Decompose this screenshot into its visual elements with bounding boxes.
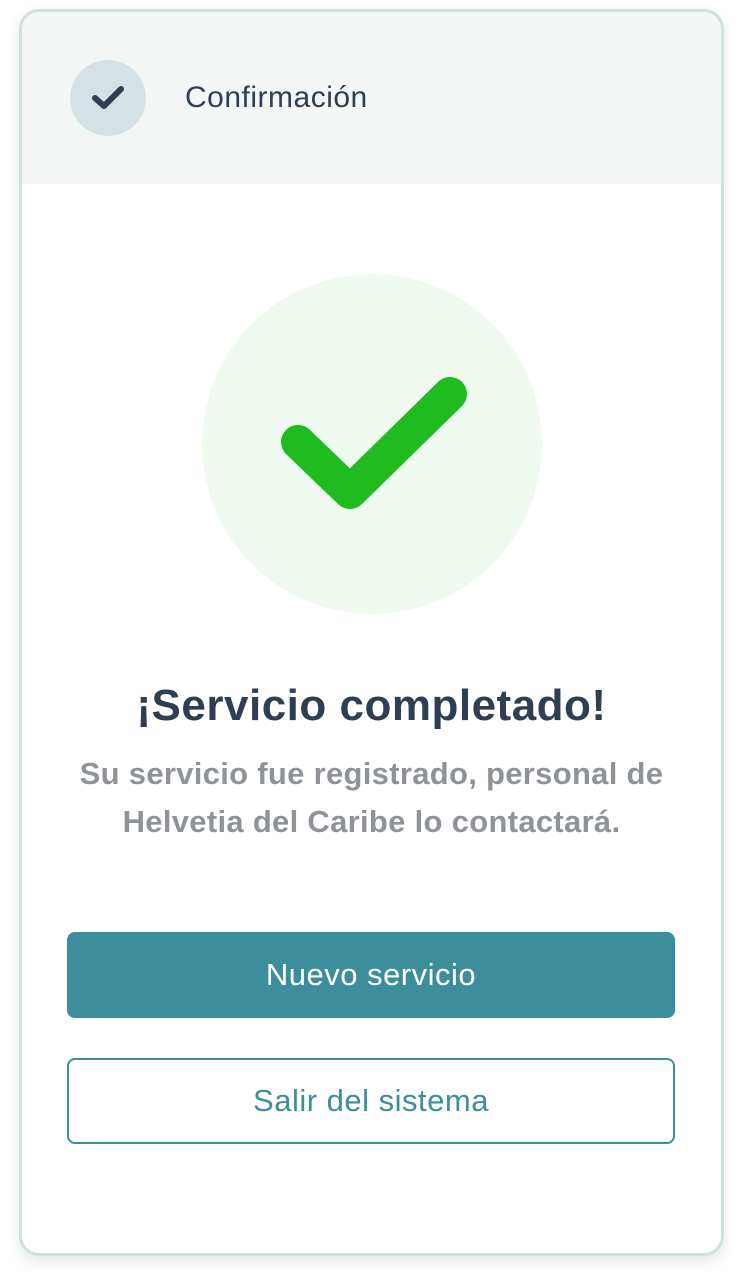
step-header: Confirmación	[22, 12, 721, 184]
logout-button[interactable]: Salir del sistema	[67, 1058, 675, 1144]
check-icon	[92, 86, 124, 109]
confirmation-card: Confirmación ¡Servicio completado! Su se…	[19, 9, 724, 1256]
success-check-icon	[281, 377, 467, 509]
step-indicator	[70, 60, 146, 136]
new-service-button[interactable]: Nuevo servicio	[67, 932, 675, 1018]
success-message: Su servicio fue registrado, personal de …	[79, 756, 664, 839]
step-title: Confirmación	[185, 81, 368, 114]
success-title: ¡Servicio completado!	[136, 681, 607, 730]
